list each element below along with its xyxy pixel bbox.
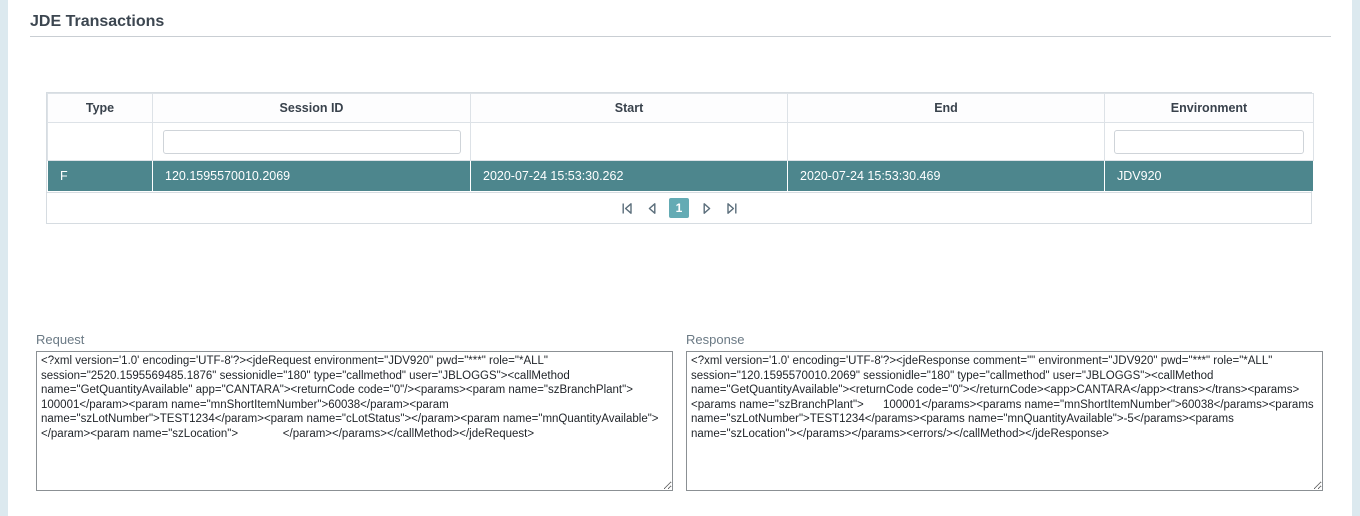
table-row[interactable]: F 120.1595570010.2069 2020-07-24 15:53:3… (48, 161, 1314, 192)
cell-end: 2020-07-24 15:53:30.469 (788, 161, 1105, 192)
environment-filter-cell (1105, 123, 1314, 161)
column-header-environment: Environment (1105, 94, 1314, 123)
column-header-start: Start (471, 94, 788, 123)
first-page-button[interactable] (619, 200, 635, 216)
response-panel: Response <?xml version='1.0' encoding='U… (686, 332, 1323, 496)
last-page-icon (724, 201, 739, 216)
transactions-table: Type Session ID Start End Environment (46, 92, 1312, 224)
column-header-type: Type (48, 94, 153, 123)
page-title: JDE Transactions (8, 0, 1352, 36)
column-header-session-id: Session ID (153, 94, 471, 123)
filter-row (48, 123, 1314, 161)
next-page-icon (699, 201, 714, 216)
table-header-row: Type Session ID Start End Environment (48, 94, 1314, 123)
type-filter-cell (48, 123, 153, 161)
environment-filter-input[interactable] (1114, 130, 1304, 154)
cell-start: 2020-07-24 15:53:30.262 (471, 161, 788, 192)
end-filter-cell (788, 123, 1105, 161)
title-divider (30, 36, 1331, 37)
cell-type: F (48, 161, 153, 192)
page-number-current[interactable]: 1 (669, 198, 689, 218)
last-page-button[interactable] (723, 200, 739, 216)
request-textarea[interactable]: <?xml version='1.0' encoding='UTF-8'?><j… (36, 351, 673, 491)
pagination: 1 (47, 192, 1311, 223)
content-area: JDE Transactions Type Session ID Start E… (8, 0, 1352, 516)
next-page-button[interactable] (698, 200, 714, 216)
previous-page-button[interactable] (644, 200, 660, 216)
response-textarea[interactable]: <?xml version='1.0' encoding='UTF-8'?><j… (686, 351, 1323, 491)
xml-panels: Request <?xml version='1.0' encoding='UT… (36, 332, 1352, 496)
request-label: Request (36, 332, 673, 347)
column-header-end: End (788, 94, 1105, 123)
response-label: Response (686, 332, 1323, 347)
first-page-icon (620, 201, 635, 216)
previous-page-icon (645, 201, 660, 216)
cell-environment: JDV920 (1105, 161, 1314, 192)
start-filter-cell (471, 123, 788, 161)
request-panel: Request <?xml version='1.0' encoding='UT… (36, 332, 673, 496)
session-id-filter-cell (153, 123, 471, 161)
session-id-filter-input[interactable] (163, 130, 461, 154)
cell-session-id: 120.1595570010.2069 (153, 161, 471, 192)
